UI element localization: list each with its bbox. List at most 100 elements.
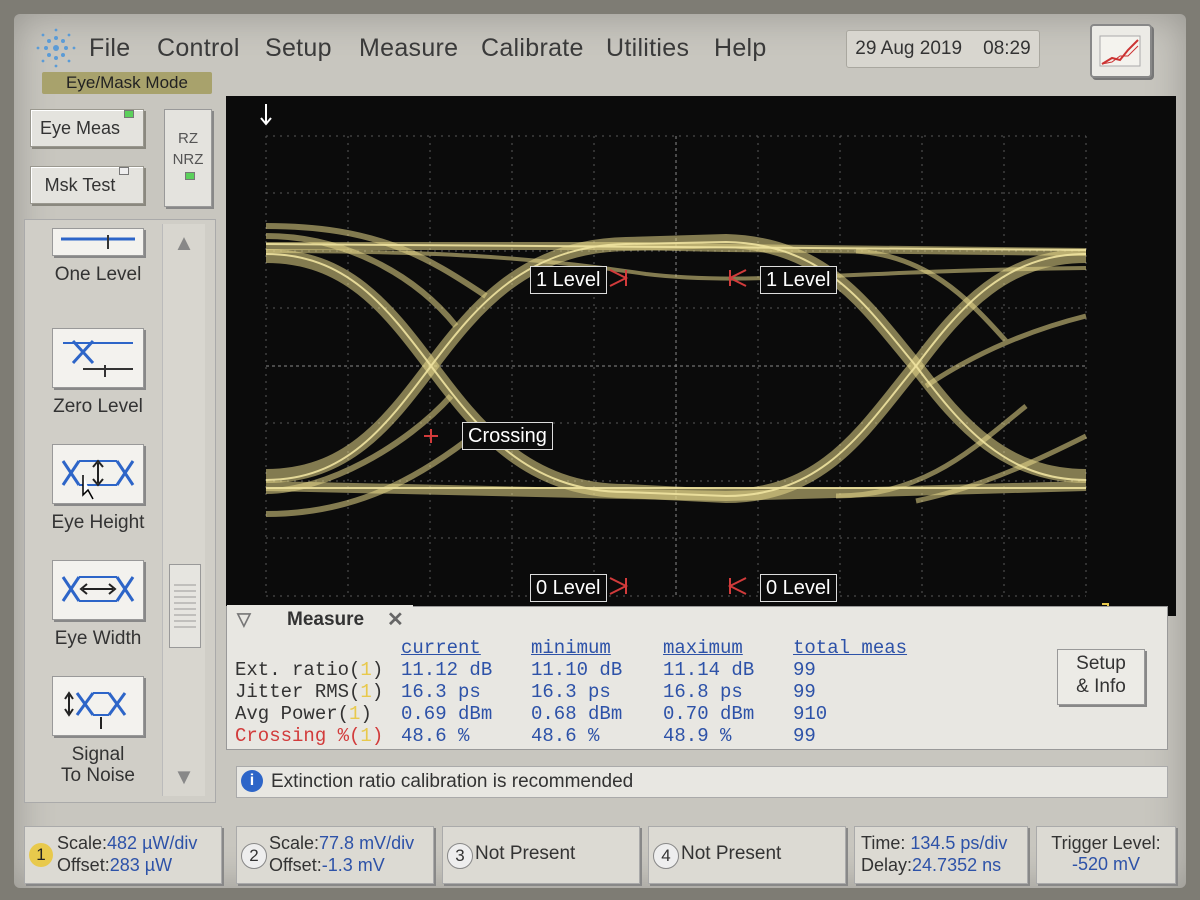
channel-1-offset: 283 µW — [109, 855, 173, 875]
col-current: current — [401, 637, 481, 659]
row-name: Crossing %( — [235, 725, 361, 747]
row-total: 99 — [793, 681, 816, 703]
menu-measure[interactable]: Measure — [359, 34, 458, 63]
eye-meas-button[interactable]: Eye Meas — [30, 109, 144, 147]
tool-list-scrollbar[interactable]: ▲ ▼ — [162, 224, 205, 796]
tool-one-level[interactable]: One Level — [33, 228, 163, 285]
channel-1-badge: 1 — [29, 843, 53, 867]
tool-zero-level[interactable]: Zero Level — [33, 328, 163, 417]
trigger-position-icon — [260, 104, 272, 126]
measure-panel: ▽ Measure ✕ current minimum maximum tota… — [226, 605, 1168, 750]
row-current: 11.12 dB — [401, 659, 493, 681]
channel-4-badge: 4 — [653, 843, 679, 869]
status-bar: i Extinction ratio calibration is recomm… — [236, 766, 1168, 798]
channel-2-button[interactable]: 2 Scale:77.8 mV/div Offset:-1.3 mV — [236, 826, 434, 884]
row-maximum: 48.9 % — [663, 725, 732, 747]
marker-crossing: Crossing — [462, 422, 553, 450]
mode-label: Eye/Mask Mode — [42, 72, 212, 94]
tool-one-level-label: One Level — [54, 264, 142, 285]
channel-3-button[interactable]: 3 Not Present — [442, 826, 640, 884]
row-chan: 1 — [349, 703, 361, 725]
tool-signal-to-noise[interactable]: Signal To Noise — [33, 676, 163, 786]
mask-test-label: Msk Test — [44, 175, 116, 195]
row-chan: 1 — [360, 681, 372, 703]
nrz-indicator-icon — [185, 172, 195, 180]
menu-control[interactable]: Control — [157, 34, 240, 63]
menu-calibrate[interactable]: Calibrate — [481, 34, 584, 63]
marker-one-level-right: 1 Level — [760, 266, 837, 294]
rz-label: RZ — [178, 130, 198, 147]
channel-3-status: Not Present — [475, 843, 576, 864]
tool-signal-to-noise-label: Signal To Noise — [61, 744, 135, 786]
eye-diagram-canvas — [260, 104, 1113, 616]
trigger-button[interactable]: Trigger Level: -520 mV — [1036, 826, 1176, 884]
row-name: Ext. ratio( — [235, 659, 361, 681]
timebase-button[interactable]: Time: 134.5 ps/div Delay:24.7352 ns — [854, 826, 1028, 884]
menu-setup[interactable]: Setup — [265, 34, 332, 63]
row-maximum: 11.14 dB — [663, 659, 755, 681]
status-message: Extinction ratio calibration is recommen… — [271, 771, 634, 792]
tool-eye-width[interactable]: Eye Width — [33, 560, 163, 649]
eye-meas-indicator-icon — [124, 110, 135, 118]
chart-view-button[interactable] — [1090, 24, 1152, 78]
col-total-meas: total meas — [793, 637, 908, 659]
channel-4-button[interactable]: 4 Not Present — [648, 826, 846, 884]
trigger-label: Trigger Level: — [1051, 833, 1161, 853]
menu-bar: File Control Setup Measure Calibrate Uti… — [14, 14, 1186, 94]
tool-zero-level-label: Zero Level — [53, 396, 143, 417]
scroll-up-icon[interactable]: ▲ — [167, 230, 201, 256]
row-total: 99 — [793, 659, 816, 681]
row-chan: 1 — [360, 659, 372, 681]
row-current: 48.6 % — [401, 725, 470, 747]
timebase-delay: 24.7352 ns — [912, 855, 1002, 875]
collapse-chevron-icon[interactable]: ▽ — [237, 609, 251, 630]
channel-1-offset-label: Offset: — [57, 855, 110, 875]
col-maximum: maximum — [663, 637, 743, 659]
date-text: 29 Aug 2019 — [855, 38, 963, 59]
tool-eye-height[interactable]: Eye Height — [33, 444, 163, 533]
tool-eye-height-label: Eye Height — [51, 512, 145, 533]
marker-zero-level-right: 0 Level — [760, 574, 837, 602]
row-chan: 1 — [360, 725, 372, 747]
mask-test-indicator-icon — [119, 167, 130, 175]
row-minimum: 11.10 dB — [531, 659, 623, 681]
timebase-time-label: Time: — [861, 833, 906, 853]
marker-one-level-left: 1 Level — [530, 266, 607, 294]
channel-4-status: Not Present — [681, 843, 782, 864]
measure-tab[interactable]: ▽ Measure ✕ — [227, 605, 413, 635]
menu-utilities[interactable]: Utilities — [606, 34, 689, 63]
channel-1-scale: 482 µW/div — [107, 833, 198, 853]
rz-nrz-toggle[interactable]: RZ NRZ — [164, 109, 212, 207]
time-text: 08:29 — [983, 38, 1031, 59]
trigger-level: -520 mV — [1071, 854, 1141, 874]
eye-height-icon — [52, 444, 144, 504]
tool-eye-width-label: Eye Width — [54, 628, 142, 649]
close-icon[interactable]: ✕ — [387, 607, 404, 632]
channel-3-badge: 3 — [447, 843, 473, 869]
menu-help[interactable]: Help — [714, 34, 767, 63]
info-icon: i — [241, 770, 263, 792]
channel-2-scale-label: Scale: — [269, 833, 320, 853]
mask-test-button[interactable]: Msk Test — [30, 166, 144, 204]
scroll-down-icon[interactable]: ▼ — [167, 764, 201, 790]
agilent-logo-icon[interactable] — [34, 26, 78, 70]
row-maximum: 0.70 dBm — [663, 703, 755, 725]
channel-2-offset: -1.3 mV — [321, 855, 385, 875]
menu-file[interactable]: File — [89, 34, 130, 63]
timebase-time: 134.5 ps/div — [910, 833, 1008, 853]
zero-level-icon — [52, 328, 144, 388]
row-name: Avg Power( — [235, 703, 350, 725]
chart-trend-icon — [1099, 35, 1141, 67]
row-minimum: 0.68 dBm — [531, 703, 623, 725]
setup-info-button[interactable]: Setup & Info — [1057, 649, 1145, 705]
row-minimum: 16.3 ps — [531, 681, 611, 703]
marker-zero-level-left: 0 Level — [530, 574, 607, 602]
channel-1-button[interactable]: 1 Scale:482 µW/div Offset:283 µW — [24, 826, 222, 884]
eye-diagram-display: 1 Level 1 Level Crossing 0 Level 0 Level — [226, 96, 1176, 616]
signal-to-noise-icon — [52, 676, 144, 736]
nrz-label: NRZ — [172, 151, 204, 168]
timebase-delay-label: Delay: — [861, 855, 913, 875]
row-total: 99 — [793, 725, 816, 747]
scroll-thumb[interactable] — [169, 564, 201, 648]
scope-screen: File Control Setup Measure Calibrate Uti… — [14, 14, 1186, 888]
